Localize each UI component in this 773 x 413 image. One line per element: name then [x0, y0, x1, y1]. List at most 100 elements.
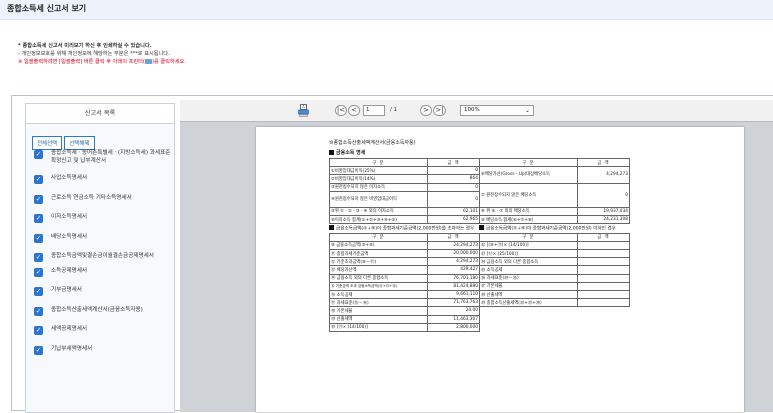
table-cell [577, 265, 630, 275]
table-row: ①비영업대금이익(25%) 0 ⑥배당가산(Gross - Up)대상배당소득 … [329, 166, 630, 184]
checkbox-checked-icon[interactable]: ✓ [34, 214, 43, 223]
table-cell: ⑫ 기준초과금액(⑩－⑪) [329, 257, 428, 267]
form-item[interactable]: ✓ 종합소득세ㆍ농어촌특별세ㆍ(지방소득세) 과세표준확정신고 및 납부계산서 [26, 150, 174, 165]
table-cell: ㉘ 산출세액 [479, 289, 578, 300]
table-cell: ⑯ 소득공제 [329, 289, 428, 300]
table-row: ⑪ 종합과세기준금액 20,000,000 ㉓ [⑫× (25/100)] [329, 248, 630, 259]
table-header-cell: 금 액 [427, 157, 480, 168]
checkbox-checked-icon[interactable]: ✓ [34, 326, 43, 335]
section-title-1-text: 금융소득 명세 [336, 150, 366, 156]
table-cell: ⑧ 위 ⑥ㆍ⑦ 외의 배당소득 [479, 206, 578, 216]
form-item[interactable]: ✓ 종합소득금액및결손금이월결손금공제명세서 [26, 253, 174, 262]
table-header-row: 구 분 금 액 구 분 금 액 [329, 157, 630, 168]
svg-text:A: A [302, 105, 305, 110]
checkbox-checked-icon[interactable]: ✓ [34, 306, 43, 316]
form-list-title: 신고서 목록 [26, 104, 174, 124]
table-cell: ⑳ [⑪× (14/100)] [329, 322, 428, 332]
table-cell: ⑱ 기본세율 [329, 306, 428, 316]
table-cell: ①비영업대금이익(25%) [329, 166, 428, 176]
table-cell [577, 240, 630, 251]
table-cell [577, 257, 630, 267]
table-row: ⑳ [⑪× (14/100)] 2,800,000 [329, 322, 630, 332]
table-cell: 71,763,763 [427, 298, 480, 308]
page-total: / 1 [390, 107, 398, 113]
table-cell: ⑥배당가산(Gross - Up)대상배당소득 [479, 166, 578, 184]
table-cell [578, 307, 630, 315]
form-item-label: 종합소득금액및결손금이월결손금공제명세서 [51, 253, 154, 259]
section-title-1: 금융소득 명세 [329, 149, 629, 156]
print-icon[interactable]: A [298, 104, 309, 117]
table-row: ⑯ 소득공제 9,661,110 ㉘ 산출세액 [329, 289, 630, 300]
form-item[interactable]: ✓ 소득공제명세서 [26, 267, 174, 277]
checkbox-checked-icon[interactable]: ✓ [34, 267, 43, 277]
form-item[interactable]: ✓ 근로소득 연금소득 기타소득명세서 [26, 194, 174, 204]
table-cell: ④원천징수되지 않은 비영업대금이익 [329, 190, 428, 208]
form-item-label: 기납부세액명세서 [51, 345, 93, 352]
checkbox-checked-icon[interactable]: ✓ [34, 150, 43, 159]
table-row: ⑬ 배당가산액 429,427 ㉕ 소득공제 [329, 265, 630, 275]
table-row: ⑭ 금융소득 외의 다른 종합소득 76,701,180 ㉖ 과세표준(㉔－㉕) [329, 273, 630, 283]
table-cell: ⑦ 원천징수되지 않은 배당소득 [479, 182, 578, 208]
table-row: ③원천징수되지 않은 이자소득 0 ⑦ 원천징수되지 않은 배당소득 0 [329, 182, 630, 208]
checkbox-checked-icon[interactable]: ✓ [34, 253, 43, 262]
table-cell [480, 315, 578, 323]
table-header-cell: 구 분 [329, 157, 428, 168]
form-item-label: 이자소득명세서 [51, 214, 88, 220]
page-number-input[interactable]: 1 [363, 105, 385, 116]
checkbox-checked-icon[interactable]: ✓ [34, 194, 43, 204]
table-header-cell: 금 액 [577, 157, 630, 168]
checkbox-checked-icon[interactable]: ✓ [34, 345, 43, 355]
table-cell [480, 307, 578, 315]
page-title: 종합소득세 신고서 보기 [0, 0, 773, 20]
table-row: ⑰ 과세표준(⑮－⑯) 71,763,763 ㉙ 종합소득산출세액(㉒+㉓+㉘) [329, 298, 630, 308]
table-cell: 4,294,273 [427, 257, 480, 267]
form-item[interactable]: ✓ 사업소득명세서 [26, 175, 174, 184]
financial-income-table: 구 분 금 액 구 분 금 액 ①비영업대금이익(25%) 0 ⑥배당가산(Gr… [329, 157, 630, 225]
select-all-button[interactable]: 전체선택 [32, 136, 63, 150]
next-page-button[interactable]: > [420, 105, 432, 116]
checkbox-checked-icon[interactable]: ✓ [34, 175, 43, 184]
form-item[interactable]: ✓ 이자소득명세서 [26, 214, 174, 223]
form-item[interactable]: ✓ 기부금명세서 [26, 287, 174, 296]
table-cell: ⑥이자소득 합계(①+②+③+④+⑤) [329, 214, 428, 225]
checkbox-checked-icon[interactable]: ✓ [34, 233, 43, 243]
table-cell [578, 315, 630, 323]
table-cell: ㉗ 기본세율 [479, 281, 578, 291]
table-cell: ㉕ 소득공제 [479, 265, 578, 275]
viewer-toolbar: A |< < 1 / 1 > >| 100% ⌄ [180, 100, 773, 122]
form-item[interactable]: ✓ 기납부세액명세서 [26, 345, 174, 355]
first-page-button[interactable]: |< [335, 105, 347, 116]
deselect-button[interactable]: 선택해제 [64, 136, 95, 150]
form-item-label: 종합소득세ㆍ농어촌특별세ㆍ(지방소득세) 과세표준확정신고 및 납부계산서 [51, 150, 171, 164]
document-page: ⑩종합소득산출세액계산서(금융소득자용) 금융소득 명세 구 분 금 액 구 분… [256, 127, 744, 412]
section-title-2: 금융소득금액(⑤+⑨)이 종합과세기준금액(2,000만원)을 초과하는 경우 … [329, 225, 629, 232]
checkbox-checked-icon[interactable]: ✓ [34, 287, 43, 296]
table-cell: ⑨ 배당소득 합계(⑥+⑦+⑧) [479, 214, 578, 225]
form-item-label: 종합소득산출세액계산서(금융소득자용) [51, 306, 143, 313]
table-cell: 24.00 [427, 306, 480, 316]
table-row: ⑮ 기준금액 초과 금융소득금액(⑫+⑬+⑭) 81,424,880 ㉗ 기본세율 [329, 281, 630, 291]
table-cell [577, 289, 630, 300]
table-cell: 76,701,180 [427, 273, 480, 283]
form-item[interactable]: ✓ 종합소득산출세액계산서(금융소득자용) [26, 306, 174, 316]
document-viewer: A |< < 1 / 1 > >| 100% ⌄ ⑩종합소득산출세액계산서(금융소… [180, 100, 773, 412]
prev-page-button[interactable]: < [348, 105, 360, 116]
form-item[interactable]: ✓ 세액공제명세서 [26, 326, 174, 335]
table-cell: ㉓ [⑫× (25/100)] [479, 248, 578, 259]
table-header-row: 구 분 금 액 구 분 금 액 [329, 232, 630, 242]
last-page-button[interactable]: >| [433, 105, 446, 116]
table-row: ⑱ 기본세율 24.00 [329, 306, 630, 316]
table-cell: 0 [577, 182, 630, 208]
form-item[interactable]: ✓ 배당소득명세서 [26, 233, 174, 243]
table-cell: 0 [427, 190, 480, 208]
zoom-select[interactable]: 100% ⌄ [460, 105, 534, 116]
notice-line3: ※ 일괄출력하려면 [일괄출력] 버튼 클릭 후 아래의 프린터()를 클릭하세… [18, 58, 186, 66]
table-cell: ㉖ 과세표준(㉔－㉕) [479, 273, 578, 283]
square-bullet-icon [329, 149, 334, 155]
section-2-left-text: 금융소득금액(⑤+⑨)이 종합과세기준금액(2,000만원)을 초과하는 경우 [336, 226, 475, 232]
form-item-label: 근로소득 연금소득 기타소득명세서 [51, 194, 132, 201]
notice: * 종합소득세 신고서 미리보기 하신 후 인쇄하실 수 있습니다. - 개인정… [18, 42, 186, 66]
table-cell: ㉔ 금융소득 외의 다른 종합소득 [479, 257, 578, 267]
table-row: ⑥이자소득 합계(①+②+③+④+⑤) 62,965 ⑨ 배당소득 합계(⑥+⑦… [329, 214, 630, 225]
table-cell: 20,000,000 [427, 248, 480, 259]
